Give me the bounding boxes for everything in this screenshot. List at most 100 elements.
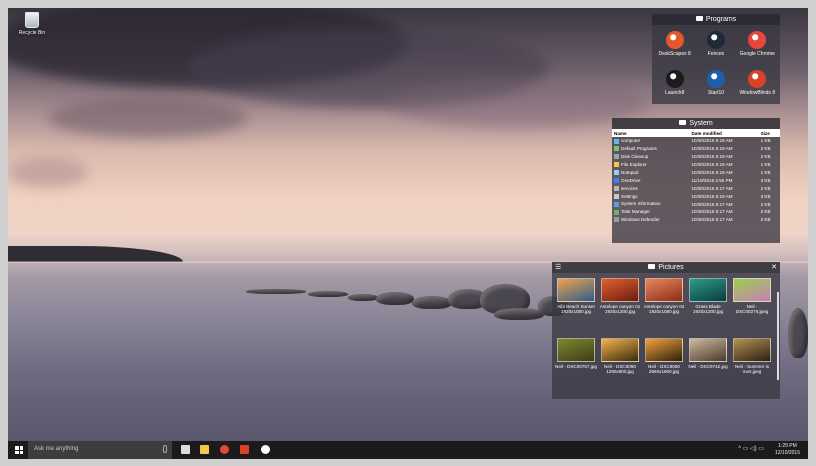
launch8-icon xyxy=(665,70,684,88)
program-label: DeskScapes 8 xyxy=(658,51,691,57)
column-header-date[interactable]: Date modified xyxy=(689,129,758,137)
system-fence[interactable]: System Name Date modified Size computer 1… xyxy=(612,118,780,243)
file-date: 10/30/2015 5:19 AM xyxy=(691,146,733,152)
picture-thumbnail xyxy=(733,278,771,302)
task-view-taskbar-button[interactable] xyxy=(178,441,192,459)
file-size: 3 KB xyxy=(760,177,771,183)
file-size: 1 KB xyxy=(760,138,771,144)
file-size: 2 KB xyxy=(760,154,771,160)
file-name: Settings xyxy=(621,193,638,199)
search-box[interactable]: Ask me anything xyxy=(28,441,172,459)
picture-item[interactable]: Neil - DSC8050 1280x800.jpg xyxy=(598,338,642,394)
file-date: 10/30/2015 5:17 AM xyxy=(691,217,733,223)
system-file-row[interactable]: computer 10/30/2015 5:18 AM 1 KB xyxy=(612,137,780,145)
system-file-row[interactable]: Notepad 10/30/2015 5:18 AM 1 KB xyxy=(612,169,780,177)
picture-label: Neil - Summer is over.jpeg xyxy=(735,364,769,375)
picture-item[interactable]: Neil - DSC00275.jpeg xyxy=(730,278,774,334)
system-file-row[interactable]: Disk Cleanup 10/30/2015 5:19 AM 2 KB xyxy=(612,153,780,161)
start-button[interactable] xyxy=(11,441,27,459)
column-header-name[interactable]: Name xyxy=(612,129,689,137)
close-icon[interactable]: ✕ xyxy=(771,262,777,273)
picture-item[interactable]: Aibi Beach Sunset 1920x1080.jpg xyxy=(554,278,598,334)
file-date: 10/30/2015 5:17 AM xyxy=(691,209,733,215)
windowblinds-taskbar-button[interactable] xyxy=(237,441,251,459)
clock[interactable]: 1:29 PM 12/10/2015 xyxy=(775,443,800,457)
program-shortcut[interactable]: DeskScapes 8 xyxy=(654,29,695,66)
pictures-fence-title-bar[interactable]: ☰ Pictures ✕ xyxy=(552,262,780,273)
task-view-icon xyxy=(181,445,190,454)
fences-icon xyxy=(706,31,725,49)
file-date: 10/30/2015 5:17 AM xyxy=(691,185,733,191)
file-name-cell: Default Programs xyxy=(612,145,689,153)
file-name: Default Programs xyxy=(621,146,657,152)
picture-thumbnail xyxy=(601,338,639,362)
program-shortcut[interactable]: Start10 xyxy=(695,68,736,105)
picture-item[interactable]: Neil - DSC8050 2560x1600.jpg xyxy=(642,338,686,394)
screen-frame: Recycle Bin Programs DeskScapes 8 Fences… xyxy=(0,0,816,466)
picture-item[interactable]: Neil - DSC9742.jpg xyxy=(686,338,730,394)
picture-item[interactable]: Antelope canyon 01 1920x1200.jpg xyxy=(598,278,642,334)
distant-shoreline xyxy=(8,246,183,262)
picture-label: Neil - DSC8050 1280x800.jpg xyxy=(604,364,636,375)
picture-thumbnail xyxy=(645,338,683,362)
program-label: Start10 xyxy=(707,90,725,96)
clock-date: 12/10/2015 xyxy=(774,450,800,456)
file-name-cell: computer xyxy=(612,137,689,145)
file-icon xyxy=(614,201,619,207)
system-file-row[interactable]: Task Manager 10/30/2015 5:17 AM 2 KB xyxy=(612,208,780,216)
pictures-scrollbar[interactable] xyxy=(777,292,779,380)
recycle-bin-icon xyxy=(25,12,39,28)
pictures-fence-title: Pictures xyxy=(658,264,684,271)
file-name: File Explorer xyxy=(621,161,647,167)
picture-item[interactable]: Grass Blade 1920x1200.jpg xyxy=(686,278,730,334)
file-icon xyxy=(614,178,619,184)
windowblinds-icon xyxy=(240,445,249,454)
picture-item[interactable]: Neil - DSC00757.jpg xyxy=(554,338,598,394)
program-label: WindowBlinds 8 xyxy=(739,90,776,96)
system-file-row[interactable]: Settings 10/30/2015 5:19 AM 3 KB xyxy=(612,192,780,200)
system-file-row[interactable]: Windows Defender 10/30/2015 5:17 AM 2 KB xyxy=(612,216,780,224)
program-shortcut[interactable]: Launch8 xyxy=(654,68,695,105)
system-tray-icons[interactable]: ^ ▭ ◁) ▭ xyxy=(738,445,764,452)
picture-thumbnail xyxy=(645,278,683,302)
program-shortcut[interactable]: WindowBlinds 8 xyxy=(737,68,778,105)
system-file-row[interactable]: Default Programs 10/30/2015 5:19 AM 2 KB xyxy=(612,145,780,153)
recycle-bin-shortcut[interactable]: Recycle Bin xyxy=(12,12,52,36)
column-header-size[interactable]: Size xyxy=(759,129,780,137)
file-date: 10/30/2015 5:19 AM xyxy=(691,154,733,160)
taskbar: Ask me anything ^ ▭ ◁) ▭ 1:29 PM 12/10/2… xyxy=(8,441,808,459)
picture-label: Neil - DSC8050 2560x1600.jpg xyxy=(648,364,680,375)
programs-fence-title-bar[interactable]: Programs xyxy=(652,14,780,25)
file-name-cell: services xyxy=(612,184,689,192)
file-size: 2 KB xyxy=(760,209,771,215)
system-file-row[interactable]: System Information 10/30/2015 5:17 AM 2 KB xyxy=(612,200,780,208)
picture-label: Neil - DSC00275.jpeg xyxy=(735,304,769,315)
chrome-taskbar-button[interactable] xyxy=(217,441,231,459)
file-icon xyxy=(614,146,619,152)
picture-label: Neil - DSC9742.jpg xyxy=(688,364,728,369)
fence-menu-icon[interactable]: ☰ xyxy=(555,262,561,273)
microphone-icon[interactable] xyxy=(163,445,167,453)
file-date: 10/30/2015 5:17 AM xyxy=(691,201,733,207)
pictures-fence[interactable]: ☰ Pictures ✕ Aibi Beach Sunset 1920x1080… xyxy=(552,262,780,399)
system-file-row[interactable]: File Explorer 10/30/2015 5:18 AM 1 KB xyxy=(612,161,780,169)
system-fence-title-bar[interactable]: System xyxy=(612,118,780,129)
picture-item[interactable]: Neil - Summer is over.jpeg xyxy=(730,338,774,394)
file-explorer-taskbar-button[interactable] xyxy=(197,441,211,459)
picture-item[interactable]: Antelope canyon 04 1920x1080.jpg xyxy=(642,278,686,334)
windowblinds-icon xyxy=(748,70,767,88)
programs-fence[interactable]: Programs DeskScapes 8 Fences Google Chro… xyxy=(652,14,780,104)
file-date: 10/30/2015 5:18 AM xyxy=(691,138,733,144)
program-shortcut[interactable]: Google Chrome xyxy=(737,29,778,66)
picture-label: Antelope canyon 04 1920x1080.jpg xyxy=(643,304,685,315)
picture-thumbnail xyxy=(601,278,639,302)
system-file-row[interactable]: services 10/30/2015 5:17 AM 2 KB xyxy=(612,184,780,192)
search-placeholder: Ask me anything xyxy=(34,446,79,452)
system-file-row[interactable]: OneDrive 11/19/2015 2:55 PM 3 KB xyxy=(612,176,780,184)
file-name: System Information xyxy=(621,201,661,207)
settings-taskbar-button[interactable] xyxy=(258,441,272,459)
file-icon xyxy=(614,138,619,144)
file-date: 10/30/2015 5:19 AM xyxy=(691,193,733,199)
cloud xyxy=(8,158,88,188)
program-shortcut[interactable]: Fences xyxy=(695,29,736,66)
